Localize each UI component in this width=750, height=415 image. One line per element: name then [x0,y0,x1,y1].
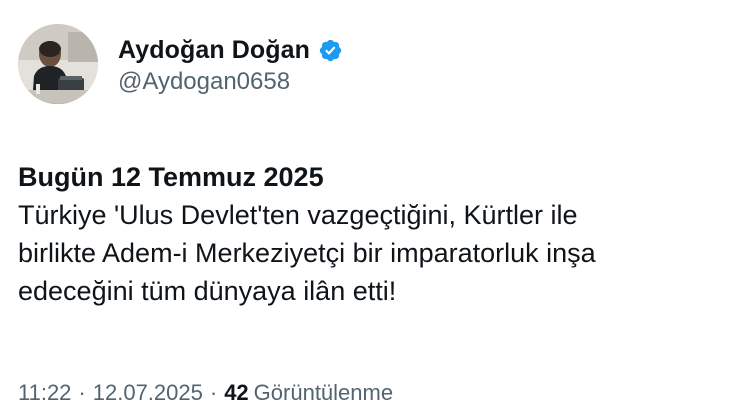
avatar-photo [18,24,98,104]
author-display-name[interactable]: Aydoğan Doğan [118,36,310,65]
meta-separator: · [209,380,218,405]
tweet-body-line: Türkiye 'Ulus Devlet'ten vazgeçtiğini, K… [18,200,578,230]
verified-badge-icon[interactable] [318,38,343,63]
tweet-headline: Bugün 12 Temmuz 2025 [18,162,324,192]
views-label[interactable]: Görüntülenme [254,380,393,406]
views-count[interactable]: 42 [224,380,248,406]
tweet-body-line: birlikte Adem-i Merkeziyetçi bir imparat… [18,238,596,268]
tweet-time[interactable]: 11:22 [18,380,71,406]
tweet-text: Bugün 12 Temmuz 2025 Türkiye 'Ulus Devle… [18,158,733,310]
tweet-meta: 11:22 · 12.07.2025 · 42 Görüntülenme [18,380,393,406]
author-name-row: Aydoğan Doğan [118,32,343,68]
tweet-body-line: edeceğini tüm dünyaya ilân etti! [18,276,397,306]
author-handle[interactable]: @Aydogan0658 [118,68,290,96]
tweet-date[interactable]: 12.07.2025 [93,380,203,406]
avatar[interactable] [18,24,98,104]
meta-separator: · [78,380,86,405]
tweet-card[interactable]: Aydoğan Doğan @Aydogan0658 Bugün 12 Temm… [0,0,750,415]
